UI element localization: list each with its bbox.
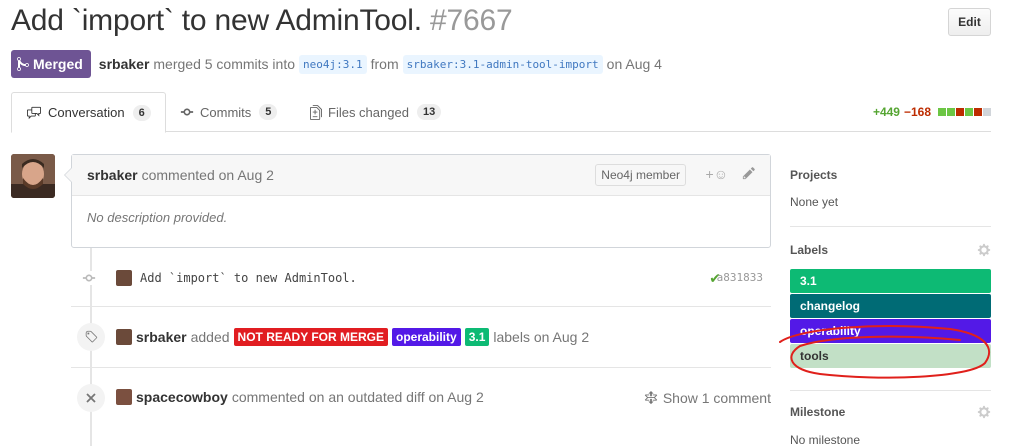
comment-body: No description provided. bbox=[87, 210, 228, 225]
pr-tabs: Conversation 6 Commits 5 Files changed 1… bbox=[11, 92, 991, 133]
merge-date: on Aug 4 bbox=[606, 56, 662, 72]
diffstat-block bbox=[965, 108, 973, 116]
sidebar-milestone: Milestone No milestone bbox=[790, 405, 991, 446]
pr-title: Add `import` to new AdminTool. #7667 bbox=[11, 4, 513, 38]
milestone-heading: Milestone bbox=[790, 405, 846, 419]
commit-sha[interactable]: a831833 bbox=[717, 271, 763, 284]
merged-state-badge: Merged bbox=[11, 50, 91, 78]
sidebar-label-tools[interactable]: tools bbox=[790, 344, 991, 368]
timeline-divider bbox=[71, 367, 771, 368]
sidebar-divider bbox=[790, 226, 991, 227]
projects-value: None yet bbox=[790, 195, 839, 209]
file-diff-icon bbox=[310, 104, 322, 120]
event-author-avatar[interactable] bbox=[116, 389, 132, 405]
sidebar-label-changelog[interactable]: changelog bbox=[790, 294, 991, 318]
event-label-3-1[interactable]: 3.1 bbox=[464, 328, 490, 346]
event-labels: NOT READY FOR MERGE operability 3.1 bbox=[233, 328, 490, 346]
timeline-divider bbox=[71, 306, 771, 307]
merged-state-label: Merged bbox=[33, 56, 83, 72]
diffstat-block bbox=[974, 108, 982, 116]
commit-author-avatar[interactable] bbox=[116, 270, 132, 286]
avatar-image bbox=[11, 154, 55, 198]
sidebar-label-operability[interactable]: operability bbox=[790, 319, 991, 343]
from-text: from bbox=[370, 56, 399, 72]
commit-row: Add `import` to new AdminTool. ✔ a831833 bbox=[71, 264, 771, 292]
commit-message[interactable]: Add `import` to new AdminTool. bbox=[140, 271, 357, 285]
show-comment-button[interactable]: Show 1 comment bbox=[644, 390, 771, 406]
diffstat-block bbox=[947, 108, 955, 116]
labels-gear-icon[interactable] bbox=[977, 243, 991, 262]
edit-button[interactable]: Edit bbox=[948, 8, 991, 36]
git-commit-icon bbox=[180, 108, 194, 116]
event-author[interactable]: spacecowboy bbox=[136, 389, 228, 405]
head-branch[interactable]: srbaker:3.1-admin-tool-import bbox=[402, 54, 603, 74]
event-label-operability[interactable]: operability bbox=[392, 328, 461, 346]
edit-pencil-icon[interactable] bbox=[742, 166, 756, 183]
sidebar-label-3-1[interactable]: 3.1 bbox=[790, 269, 991, 293]
diffstat: +449 −168 bbox=[873, 105, 991, 119]
merge-text: merged 5 commits into bbox=[153, 56, 295, 72]
pr-meta: Merged srbaker merged 5 commits into neo… bbox=[11, 50, 662, 78]
add-reaction-icon[interactable]: +☺ bbox=[706, 166, 728, 182]
tab-files-changed-label: Files changed bbox=[328, 104, 409, 120]
milestone-gear-icon[interactable] bbox=[977, 405, 991, 424]
tab-conversation-label: Conversation bbox=[48, 105, 125, 120]
event-action: added bbox=[190, 329, 230, 345]
diffstat-blocks bbox=[938, 108, 991, 116]
pr-title-text: Add `import` to new AdminTool. bbox=[11, 4, 422, 37]
comment-box: srbaker commented on Aug 2 Neo4j member … bbox=[64, 154, 771, 248]
diffstat-block bbox=[983, 108, 991, 116]
comment-discussion-icon bbox=[27, 106, 41, 119]
event-action: commented on an outdated diff on Aug 2 bbox=[231, 389, 484, 405]
labels-heading: Labels bbox=[790, 243, 829, 257]
merge-icon bbox=[17, 56, 29, 72]
label-event: srbaker added NOT READY FOR MERGE operabi… bbox=[71, 321, 771, 353]
sidebar-divider bbox=[790, 390, 991, 391]
event-label-not-ready-for-merge[interactable]: NOT READY FOR MERGE bbox=[233, 328, 388, 346]
tab-commits-label: Commits bbox=[200, 104, 252, 120]
diffstat-block bbox=[938, 108, 946, 116]
avatar[interactable] bbox=[11, 154, 55, 198]
diffstat-additions: +449 bbox=[872, 105, 900, 119]
comment-action: commented on Aug 2 bbox=[141, 167, 274, 183]
git-commit-icon bbox=[82, 271, 96, 285]
show-comment-label: Show 1 comment bbox=[662, 390, 771, 406]
diffstat-deletions: −168 bbox=[903, 105, 931, 119]
unfold-icon bbox=[644, 391, 657, 405]
sidebar-label-list: 3.1 changelog operability tools bbox=[790, 269, 991, 368]
base-branch[interactable]: neo4j:3.1 bbox=[299, 54, 367, 74]
event-suffix: labels on Aug 2 bbox=[493, 329, 590, 345]
comment-header: srbaker commented on Aug 2 Neo4j member … bbox=[64, 155, 770, 196]
tag-icon bbox=[77, 323, 105, 351]
tab-commits-count: 5 bbox=[259, 104, 278, 120]
tab-files-changed-count: 13 bbox=[416, 104, 442, 120]
event-author-avatar[interactable] bbox=[116, 329, 132, 345]
projects-heading: Projects bbox=[790, 168, 838, 182]
sidebar-projects: Projects None yet bbox=[790, 168, 991, 209]
comment-author[interactable]: srbaker bbox=[87, 167, 138, 183]
milestone-value: No milestone bbox=[790, 433, 861, 446]
tab-files-changed[interactable]: Files changed 13 bbox=[310, 92, 442, 132]
tab-conversation[interactable]: Conversation 6 bbox=[11, 92, 166, 133]
tab-conversation-count: 6 bbox=[132, 104, 151, 121]
label-event-content: srbaker added NOT READY FOR MERGE operabi… bbox=[116, 328, 589, 346]
outdated-event-content: spacecowboy commented on an outdated dif… bbox=[116, 389, 484, 405]
diffstat-block bbox=[956, 108, 964, 116]
tab-commits[interactable]: Commits 5 bbox=[180, 92, 278, 132]
pr-number: #7667 bbox=[430, 4, 513, 37]
sidebar-labels: Labels 3.1 changelog operability tools bbox=[790, 243, 991, 368]
event-author[interactable]: srbaker bbox=[136, 329, 187, 345]
pr-author-link[interactable]: srbaker bbox=[99, 56, 150, 72]
x-icon bbox=[77, 384, 105, 412]
member-badge: Neo4j member bbox=[595, 164, 686, 186]
outdated-comment-event: spacecowboy commented on an outdated dif… bbox=[71, 382, 771, 414]
